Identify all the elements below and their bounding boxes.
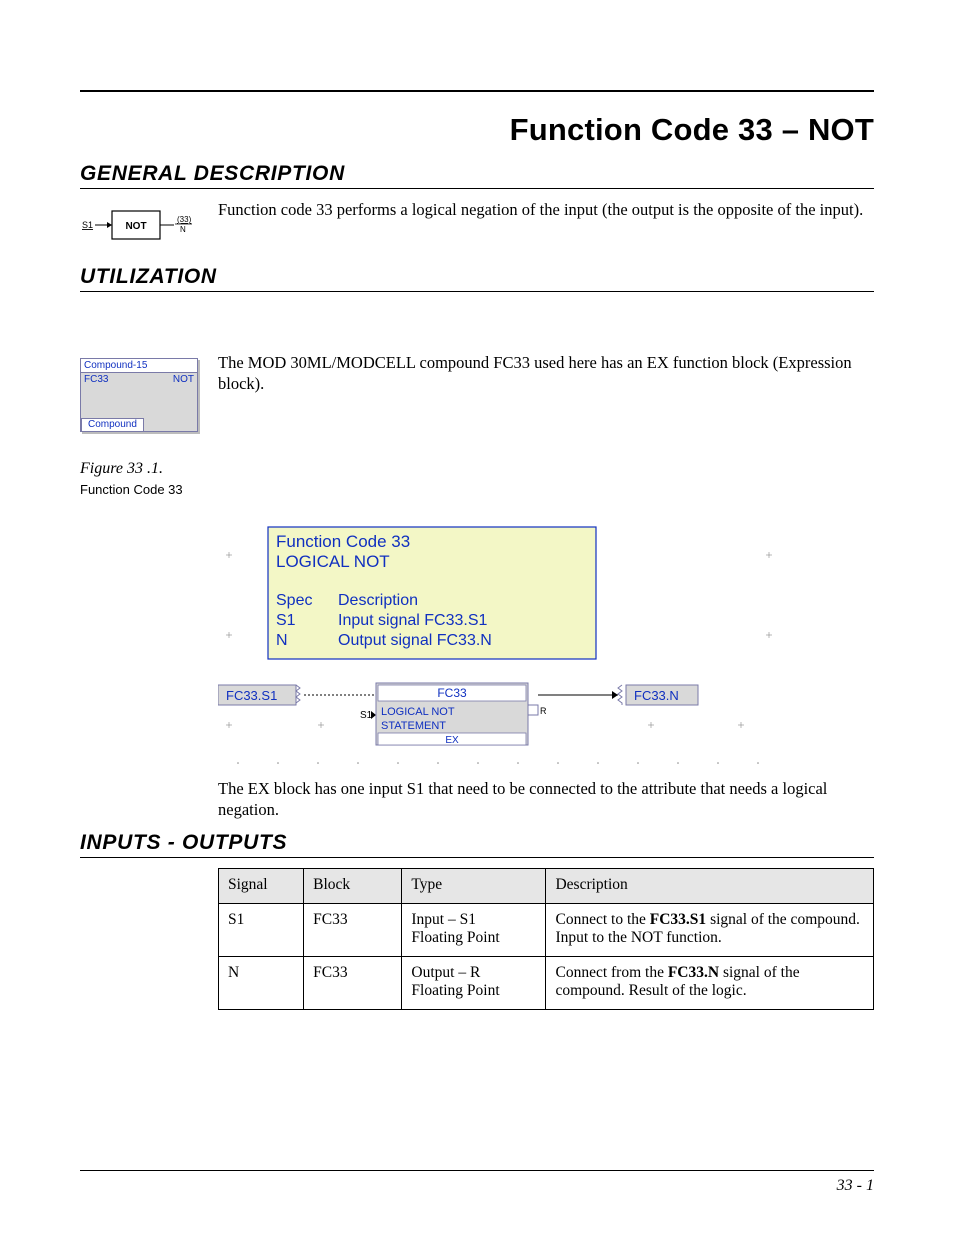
diagram: Function Code 33 LOGICAL NOT Spec Descri… xyxy=(218,525,874,770)
cell-type: Input – S1 Floating Point xyxy=(402,903,546,956)
thumb-fc: FC33 xyxy=(84,374,108,385)
cell-signal: S1 xyxy=(219,903,304,956)
cell-signal: N xyxy=(219,956,304,1009)
th-signal: Signal xyxy=(219,868,304,903)
compound-thumb-col: Compound-15 FC33 NOT Compound Figure 33 … xyxy=(80,352,218,497)
cell-type: Output – R Floating Point xyxy=(402,956,546,1009)
diag-r-label: R xyxy=(540,706,547,716)
table-header-row: Signal Block Type Description xyxy=(219,868,874,903)
thumb-title: Compound-15 xyxy=(84,360,147,371)
table-row: N FC33 Output – R Floating Point Connect… xyxy=(219,956,874,1009)
diag-s1: S1 xyxy=(276,612,296,629)
not-symbol-col: S1 NOT (33) N xyxy=(80,199,218,247)
sym-n: N xyxy=(180,225,186,234)
sym-code: (33) xyxy=(177,215,192,224)
diag-title2: LOGICAL NOT xyxy=(276,552,390,571)
diag-desc: Description xyxy=(338,592,418,609)
diag-n-desc: Output signal FC33.N xyxy=(338,632,492,649)
cell-block: FC33 xyxy=(304,903,402,956)
th-desc: Description xyxy=(546,868,874,903)
diag-block-name: FC33 xyxy=(437,686,467,700)
diag-block-l3: STATEMENT xyxy=(381,720,446,732)
heading-general: GENERAL DESCRIPTION xyxy=(80,162,874,189)
general-row: S1 NOT (33) N Function code 33 performs … xyxy=(80,199,874,247)
diag-tag-in: FC33.S1 xyxy=(226,688,277,703)
figure-label: Figure 33 .1. xyxy=(80,460,218,478)
page-title: Function Code 33 – NOT xyxy=(80,112,874,148)
diag-n: N xyxy=(276,632,288,649)
diag-block-l2: LOGICAL NOT xyxy=(381,706,455,718)
page-footer: 33 - 1 xyxy=(80,1170,874,1195)
io-table: Signal Block Type Description S1 FC33 In… xyxy=(218,868,874,1010)
heading-utilization: UTILIZATION xyxy=(80,265,874,292)
cell-desc: Connect from the FC33.N signal of the co… xyxy=(546,956,874,1009)
diag-s1-label: S1 xyxy=(360,710,373,721)
diag-block-kind: EX xyxy=(445,735,459,746)
th-type: Type xyxy=(402,868,546,903)
cell-block: FC33 xyxy=(304,956,402,1009)
diag-tag-out: FC33.N xyxy=(634,688,679,703)
thumb-name: NOT xyxy=(173,374,194,385)
sym-s1: S1 xyxy=(82,220,93,230)
thumb-titlebar: Compound-15 xyxy=(81,359,197,373)
diag-title1: Function Code 33 xyxy=(276,532,410,551)
th-block: Block xyxy=(304,868,402,903)
general-text: Function code 33 performs a logical nega… xyxy=(218,199,874,220)
heading-io: INPUTS - OUTPUTS xyxy=(80,831,874,858)
spacer xyxy=(80,302,874,352)
utilization-text-2: The EX block has one input S1 that need … xyxy=(218,778,874,821)
not-symbol: S1 NOT (33) N xyxy=(80,201,192,247)
cell-desc: Connect to the FC33.S1 signal of the com… xyxy=(546,903,874,956)
top-rule xyxy=(80,90,874,92)
thumb-body: FC33 NOT xyxy=(81,373,197,386)
diag-s1-desc: Input signal FC33.S1 xyxy=(338,612,488,629)
page: Function Code 33 – NOT GENERAL DESCRIPTI… xyxy=(0,0,954,1235)
thumb-tab: Compound xyxy=(81,418,144,431)
figure-subtext: Function Code 33 xyxy=(80,482,218,497)
table-row: S1 FC33 Input – S1 Floating Point Connec… xyxy=(219,903,874,956)
utilization-text-1: The MOD 30ML/MODCELL compound FC33 used … xyxy=(218,352,874,395)
page-number: 33 - 1 xyxy=(837,1177,874,1194)
sym-not: NOT xyxy=(125,221,146,232)
utilization-row-1: Compound-15 FC33 NOT Compound Figure 33 … xyxy=(80,352,874,497)
diag-spec: Spec xyxy=(276,592,312,609)
compound-thumb: Compound-15 FC33 NOT Compound xyxy=(80,358,198,432)
